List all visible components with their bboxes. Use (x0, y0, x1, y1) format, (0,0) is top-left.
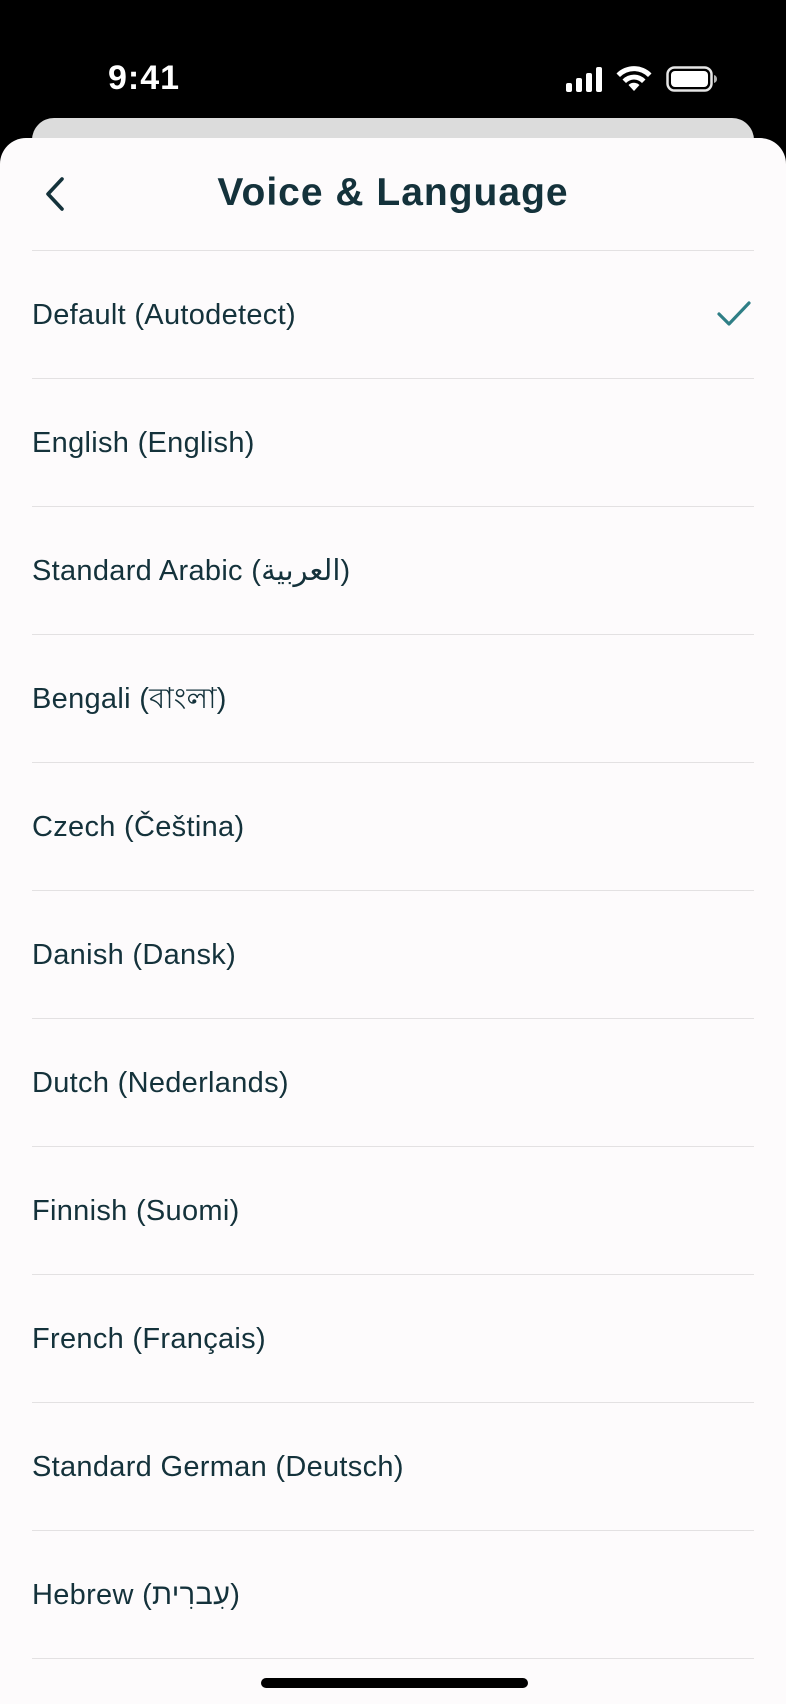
language-item-default[interactable]: Default (Autodetect) (32, 251, 754, 379)
page-title: Voice & Language (217, 171, 569, 214)
language-item-arabic[interactable]: Standard Arabic (العربية) (32, 507, 754, 635)
signal-icon (566, 67, 602, 92)
language-label: French (Français) (32, 1322, 266, 1355)
home-indicator[interactable] (261, 1678, 528, 1688)
status-bar: 9:41 (0, 0, 786, 118)
language-label: Standard German (Deutsch) (32, 1450, 404, 1483)
language-label: Bengali (বাংলা) (32, 682, 227, 715)
checkmark-icon (717, 300, 751, 326)
language-label: Default (Autodetect) (32, 298, 296, 331)
language-label: Czech (Čeština) (32, 810, 245, 843)
status-time: 9:41 (108, 59, 181, 97)
status-icons (566, 64, 718, 92)
battery-icon (666, 66, 718, 92)
language-item-czech[interactable]: Czech (Čeština) (32, 763, 754, 891)
language-item-french[interactable]: French (Français) (32, 1275, 754, 1403)
language-label: Danish (Dansk) (32, 938, 237, 971)
language-item-dutch[interactable]: Dutch (Nederlands) (32, 1019, 754, 1147)
language-item-hebrew[interactable]: Hebrew (עִברִית) (32, 1531, 754, 1659)
language-item-german[interactable]: Standard German (Deutsch) (32, 1403, 754, 1531)
language-sheet: Voice & Language Default (Autodetect) En… (0, 138, 786, 1704)
language-item-english[interactable]: English (English) (32, 379, 754, 507)
language-label: Dutch (Nederlands) (32, 1066, 289, 1099)
language-list: Default (Autodetect) English (English) S… (32, 251, 754, 1659)
nav-header: Voice & Language (32, 138, 754, 251)
wifi-icon (616, 66, 652, 92)
language-label: Standard Arabic (العربية) (32, 554, 351, 587)
language-item-finnish[interactable]: Finnish (Suomi) (32, 1147, 754, 1275)
language-label: English (English) (32, 426, 255, 459)
language-label: Finnish (Suomi) (32, 1194, 240, 1227)
language-item-bengali[interactable]: Bengali (বাংলা) (32, 635, 754, 763)
language-label: Hebrew (עִברִית) (32, 1578, 241, 1611)
language-item-danish[interactable]: Danish (Dansk) (32, 891, 754, 1019)
